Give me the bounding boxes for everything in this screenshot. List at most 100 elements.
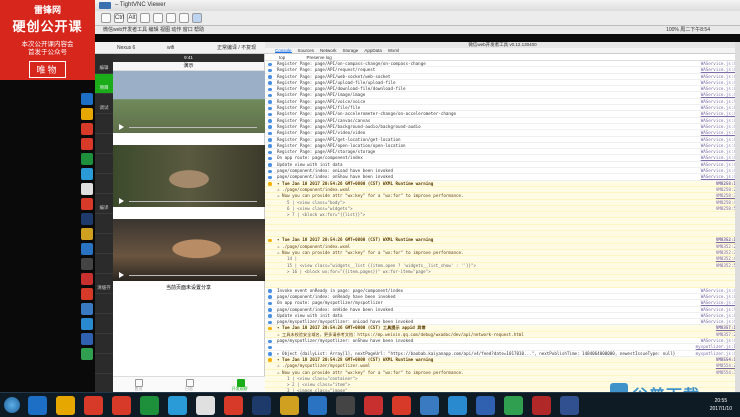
- console-text: Register Page: page/API/web-socket/web-s…: [277, 73, 391, 79]
- devtools-tab-sources[interactable]: Sources: [298, 48, 315, 53]
- devtools-tab-appdata[interactable]: AppData: [364, 48, 382, 53]
- fit-icon[interactable]: [179, 13, 189, 23]
- info-icon: [268, 169, 272, 174]
- info-icon: [268, 314, 272, 318]
- preserve-log-checkbox[interactable]: Preserve log: [307, 55, 332, 60]
- taskbar-app-icon[interactable]: [84, 396, 103, 415]
- taskbar-app-icon[interactable]: [308, 396, 327, 415]
- promo-title: 硬创公开课: [12, 19, 83, 34]
- vnc-window-title: – TightVNC Viewer: [115, 2, 166, 8]
- play-icon[interactable]: [119, 272, 124, 278]
- context-select[interactable]: top: [279, 55, 285, 60]
- tab-item[interactable]: 开发观察: [214, 377, 265, 392]
- devtools-tab-console[interactable]: Console: [275, 48, 292, 53]
- zoom-in-icon[interactable]: [140, 13, 150, 23]
- taskbar-app-icon[interactable]: [140, 396, 159, 415]
- desktop-shortcut-icon[interactable]: [80, 243, 93, 255]
- fullscreen-icon[interactable]: [192, 13, 202, 23]
- zoom-100-icon[interactable]: [166, 13, 176, 23]
- desktop-shortcut-icon[interactable]: [80, 258, 93, 270]
- desktop-shortcut-icon[interactable]: [80, 183, 93, 195]
- taskbar-app-icon[interactable]: [504, 396, 523, 415]
- desktop-shortcut-icon[interactable]: [80, 108, 93, 120]
- network-select[interactable]: wifi: [167, 42, 174, 54]
- alt-icon[interactable]: Ctrl: [114, 13, 124, 23]
- taskbar-app-icon[interactable]: [28, 396, 47, 415]
- console-text: ▾ Tue Jan 10 2017 20:54:26 GMT+0800 (CST…: [277, 237, 434, 243]
- start-button[interactable]: [4, 397, 20, 413]
- left-nav-item[interactable]: [95, 354, 113, 374]
- left-nav-item[interactable]: [95, 254, 113, 274]
- taskbar-app-icon[interactable]: [336, 396, 355, 415]
- taskbar-app-icon[interactable]: [224, 396, 243, 415]
- desktop-shortcut-icon[interactable]: [80, 198, 93, 210]
- taskbar-app-icon[interactable]: [392, 396, 411, 415]
- left-nav-item[interactable]: [95, 214, 113, 234]
- left-nav-item[interactable]: [95, 174, 113, 194]
- progress-bar[interactable]: [129, 201, 257, 202]
- taskbar-app-icon[interactable]: [448, 396, 467, 415]
- console-text: Register Page: page/API/video/video: [277, 130, 366, 136]
- left-nav-item[interactable]: 项目: [95, 74, 113, 94]
- desktop-shortcut-icon[interactable]: [80, 303, 93, 315]
- desktop-shortcut-icon[interactable]: [80, 288, 93, 300]
- video-item-2[interactable]: [113, 145, 265, 207]
- zoom-out-icon[interactable]: [153, 13, 163, 23]
- video-item-1[interactable]: [113, 71, 265, 133]
- left-nav-item[interactable]: 清缓存: [95, 274, 113, 294]
- taskbar-app-icon[interactable]: [532, 396, 551, 415]
- left-nav-item[interactable]: 编译: [95, 194, 113, 214]
- taskbar-app-icon[interactable]: [56, 396, 75, 415]
- desktop-shortcut-icon[interactable]: [80, 168, 93, 180]
- left-nav-item[interactable]: 编辑: [95, 54, 113, 74]
- left-nav-item[interactable]: 调试: [95, 94, 113, 114]
- taskbar-app-icon[interactable]: [364, 396, 383, 415]
- devtools-tab-storage[interactable]: Storage: [343, 48, 359, 53]
- progress-bar[interactable]: [129, 275, 257, 276]
- desktop-shortcut-icon[interactable]: [80, 348, 93, 360]
- scrollbar[interactable]: [735, 42, 740, 392]
- left-nav-item[interactable]: [95, 294, 113, 314]
- taskbar-app-icon[interactable]: [196, 396, 215, 415]
- desktop-shortcut-icon[interactable]: [80, 228, 93, 240]
- taskbar-app-icon[interactable]: [168, 396, 187, 415]
- device-select[interactable]: Nexus 6: [117, 42, 135, 54]
- taskbar-app-icon[interactable]: [560, 396, 579, 415]
- left-nav-item[interactable]: [95, 114, 113, 134]
- tab-item[interactable]: 日志: [164, 377, 215, 392]
- desktop-shortcut-icon[interactable]: [80, 138, 93, 150]
- video-item-3[interactable]: [113, 219, 265, 281]
- scene-select[interactable]: 正常编译 / 不复现: [217, 42, 256, 54]
- taskbar-app-icon[interactable]: [280, 396, 299, 415]
- desktop-shortcut-icon[interactable]: [80, 153, 93, 165]
- devtools-tab-wxml[interactable]: Wxml: [388, 48, 399, 53]
- clipboard-icon[interactable]: Alt: [127, 13, 137, 23]
- play-icon[interactable]: [119, 198, 124, 204]
- desktop-shortcut-icon[interactable]: [80, 123, 93, 135]
- left-nav-item[interactable]: [95, 314, 113, 334]
- info-icon: [268, 93, 272, 98]
- left-nav-item[interactable]: [95, 134, 113, 154]
- mac-menu-items[interactable]: 微信web开发者工具 编辑 视图 动作 窗口 帮助: [103, 26, 204, 34]
- share-caption: 当前页面未设置分享: [165, 285, 211, 291]
- taskbar-app-icon[interactable]: [252, 396, 271, 415]
- left-nav-item[interactable]: [95, 234, 113, 254]
- console-text: Update view with init data: [277, 161, 343, 167]
- desktop-shortcut-icon[interactable]: [80, 213, 93, 225]
- tray-clock[interactable]: 20:55 2017/1/10: [710, 397, 732, 413]
- taskbar-app-icon[interactable]: [420, 396, 439, 415]
- ctrl-icon[interactable]: [101, 13, 111, 23]
- desktop-shortcut-icon[interactable]: [80, 273, 93, 285]
- play-icon[interactable]: [119, 124, 124, 130]
- taskbar: 20:55 2017/1/10: [0, 392, 740, 417]
- devtools-tab-network[interactable]: Network: [320, 48, 337, 53]
- taskbar-app-icon[interactable]: [476, 396, 495, 415]
- left-nav-item[interactable]: [95, 334, 113, 354]
- left-nav-item[interactable]: [95, 154, 113, 174]
- desktop-shortcut-icon[interactable]: [80, 93, 93, 105]
- desktop-shortcut-icon[interactable]: [80, 333, 93, 345]
- progress-bar[interactable]: [129, 127, 257, 128]
- taskbar-app-icon[interactable]: [112, 396, 131, 415]
- desktop-shortcut-icon[interactable]: [80, 318, 93, 330]
- tab-item[interactable]: 首页: [113, 377, 164, 392]
